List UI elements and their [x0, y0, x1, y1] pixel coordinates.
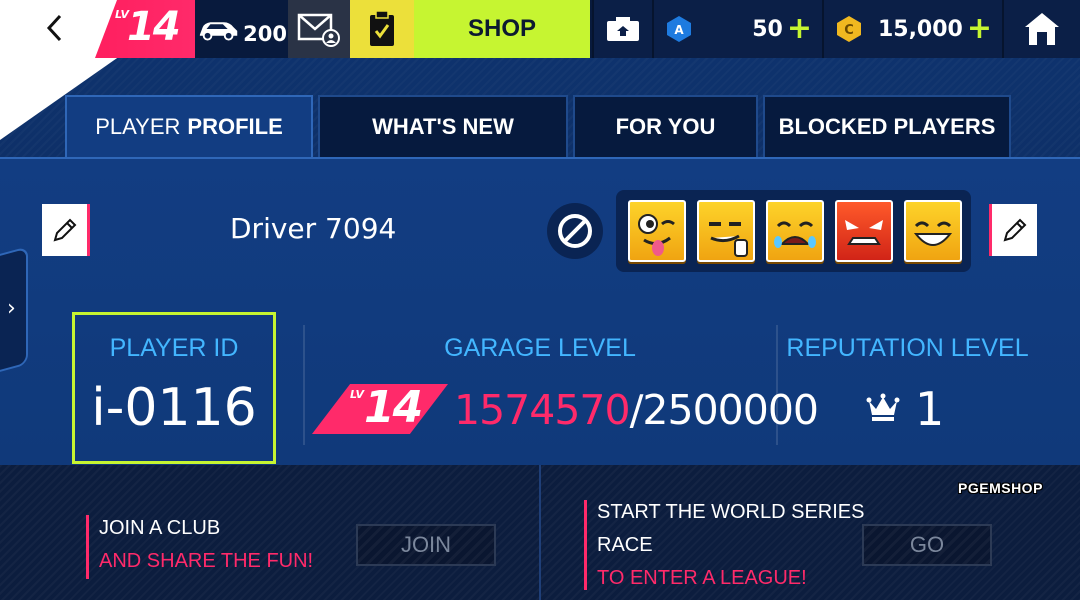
prohibited-icon	[558, 214, 592, 248]
cars-count: 200	[243, 22, 287, 46]
go-world-series-button[interactable]: GO	[862, 524, 992, 566]
home-button[interactable]	[1002, 0, 1080, 58]
mail-user-icon	[297, 13, 340, 47]
car-icon	[199, 22, 238, 41]
pencil-icon	[1003, 218, 1026, 242]
chevron-left-icon	[46, 14, 62, 42]
crying-emote[interactable]	[766, 200, 824, 262]
token-icon: A	[667, 16, 691, 42]
block-player-button[interactable]	[547, 203, 603, 259]
tab-player-profile[interactable]: PLAYER PROFILE	[65, 95, 313, 157]
garage-level-prefix: LV	[350, 388, 365, 401]
reputation-level-label: REPUTATION LEVEL	[786, 334, 1029, 362]
promo-divider	[539, 465, 541, 600]
garage-level-label: GARAGE LEVEL	[444, 334, 636, 362]
club-promo-line2: AND SHARE THE FUN!	[99, 550, 314, 572]
add-credits-button[interactable]: +	[967, 14, 992, 44]
player-level: 14	[127, 4, 181, 50]
angry-emote[interactable]	[835, 200, 893, 262]
edit-emotes-button[interactable]	[989, 204, 1037, 256]
driver-name: Driver 7094	[230, 212, 397, 245]
shop-button[interactable]: SHOP	[414, 0, 590, 58]
garage-progress: 1574570/2500000	[454, 386, 819, 434]
chevron-right-icon: ›	[7, 296, 16, 321]
crying-face-icon	[774, 221, 816, 248]
crown-icon	[866, 393, 900, 427]
tasks-button[interactable]	[350, 0, 414, 58]
garage-progress-total: /2500000	[629, 386, 819, 434]
camera-icon	[607, 17, 639, 41]
game-profile-screen: LV 14 200 SHOP A 50 + C 15,000 + PLAYER …	[0, 0, 1080, 600]
smirk-face-icon	[709, 222, 748, 257]
pencil-icon	[53, 218, 76, 242]
tab-label: WHAT'S NEW	[372, 114, 514, 139]
emote-tray	[616, 190, 971, 272]
credits-amount: 15,000	[877, 16, 963, 42]
reputation-level-value: 1	[915, 382, 945, 436]
add-tokens-button[interactable]: +	[787, 14, 812, 44]
camera-button[interactable]	[592, 0, 652, 58]
club-promo-text: JOIN A CLUB AND SHARE THE FUN!	[99, 512, 313, 578]
promo-accent-bar	[86, 515, 89, 579]
tab-label-prefix: PLAYER	[95, 114, 181, 139]
svg-text:A: A	[674, 23, 684, 37]
garage-progress-current: 1574570	[454, 386, 631, 434]
tab-label: BLOCKED PLAYERS	[778, 114, 996, 139]
tab-whats-new[interactable]: WHAT'S NEW	[318, 95, 568, 157]
grin-face-icon	[913, 221, 953, 246]
angry-face-icon	[845, 220, 883, 245]
credits-currency: C 15,000 +	[822, 0, 1002, 58]
series-promo-line1: START THE WORLD SERIES	[597, 501, 865, 523]
clipboard-check-icon	[370, 10, 394, 46]
garage-level-value: 14	[364, 382, 423, 433]
back-button[interactable]	[30, 8, 80, 48]
tokens-currency: A 50 +	[652, 0, 822, 58]
tab-for-you[interactable]: FOR YOU	[573, 95, 758, 157]
wink-face-icon	[638, 214, 675, 256]
promo-accent-bar	[584, 500, 587, 590]
player-id-label: PLAYER ID	[109, 334, 239, 362]
edit-name-button[interactable]	[42, 204, 90, 256]
wink-tongue-emote[interactable]	[628, 200, 686, 262]
player-id-value: i-0116	[91, 378, 257, 438]
series-promo-line2: RACE	[597, 534, 653, 556]
home-icon	[1025, 13, 1059, 45]
tab-label: PROFILE	[187, 114, 283, 139]
grin-emote[interactable]	[904, 200, 962, 262]
credits-coin-icon: C	[837, 16, 861, 42]
tab-blocked-players[interactable]: BLOCKED PLAYERS	[763, 95, 1011, 157]
garage-cars-counter[interactable]: 200	[195, 0, 287, 58]
watermark: PGEMSHOP	[958, 480, 1043, 496]
join-club-button[interactable]: JOIN	[356, 524, 496, 566]
club-promo-line1: JOIN A CLUB	[99, 517, 221, 539]
series-promo-line3: TO ENTER A LEAGUE!	[597, 567, 807, 589]
world-series-promo-text: START THE WORLD SERIES RACE TO ENTER A L…	[597, 496, 864, 595]
tab-label: FOR YOU	[615, 114, 716, 139]
tokens-amount: 50	[752, 16, 783, 42]
smirk-thumb-emote[interactable]	[697, 200, 755, 262]
svg-text:C: C	[844, 23, 854, 38]
mail-button[interactable]	[288, 0, 350, 58]
